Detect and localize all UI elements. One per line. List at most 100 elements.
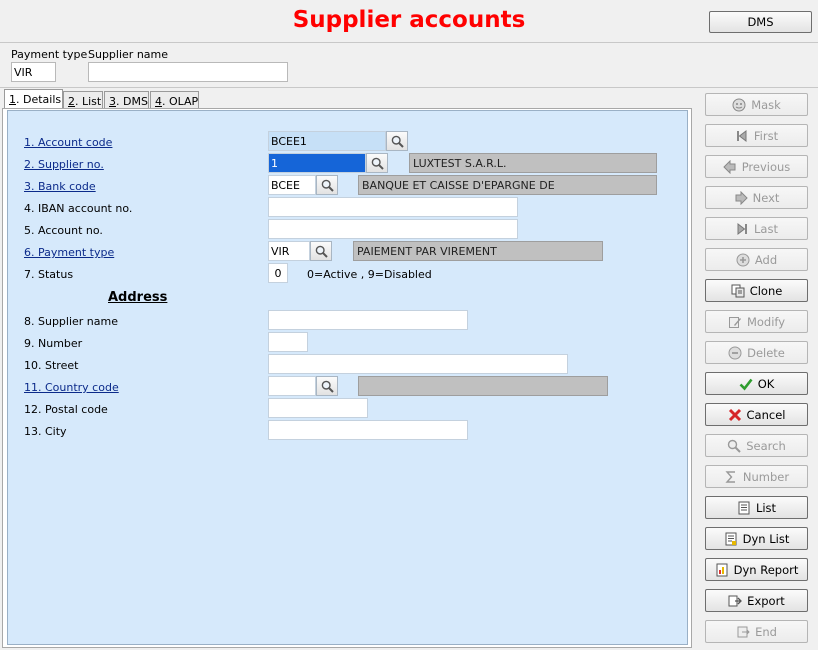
- status-label: 7. Status: [24, 268, 74, 281]
- city-input[interactable]: [268, 420, 468, 440]
- supplier-no-label[interactable]: 2. Supplier no.: [24, 158, 104, 171]
- supplier-no-input[interactable]: 1: [268, 153, 366, 173]
- search-icon: [727, 439, 741, 453]
- modify-button[interactable]: Modify: [705, 310, 808, 333]
- magnifier-icon: [315, 245, 328, 258]
- action-label: Clone: [749, 283, 783, 298]
- export-button[interactable]: Export: [705, 589, 808, 612]
- next-icon: [734, 190, 748, 205]
- action-label: Previous: [741, 159, 791, 174]
- street-label: 10. Street: [24, 359, 79, 372]
- dyn-list-icon: [724, 532, 738, 546]
- supplier-name-filter-label: Supplier name: [88, 48, 169, 61]
- action-label: Cancel: [746, 407, 786, 422]
- tab-key: 1: [9, 93, 16, 106]
- country-code-input[interactable]: [268, 376, 316, 396]
- account-code-label[interactable]: 1. Account code: [24, 136, 112, 149]
- bank-code-label[interactable]: 3. Bank code: [24, 180, 96, 193]
- clone-icon: [731, 284, 745, 298]
- magnifier-icon: [391, 135, 404, 148]
- supplier-name-filter-input[interactable]: [88, 62, 288, 82]
- status-input[interactable]: 0: [268, 263, 288, 283]
- mask-button[interactable]: Mask: [705, 93, 808, 116]
- clone-button[interactable]: Clone: [705, 279, 808, 302]
- payment-type-input[interactable]: VIR: [268, 241, 310, 261]
- status-hint: 0=Active , 9=Disabled: [307, 268, 432, 281]
- next-button[interactable]: Next: [705, 186, 808, 209]
- action-label: Modify: [746, 314, 786, 329]
- account-no-label: 5. Account no.: [24, 224, 103, 237]
- account-code-input[interactable]: BCEE1: [268, 131, 386, 151]
- add-button[interactable]: Add: [705, 248, 808, 271]
- supplier-no-lookup-button[interactable]: [366, 153, 388, 173]
- last-button[interactable]: Last: [705, 217, 808, 240]
- action-label: Number: [742, 469, 790, 484]
- number-button[interactable]: Number: [705, 465, 808, 488]
- search-button[interactable]: Search: [705, 434, 808, 457]
- first-icon: [735, 129, 749, 143]
- list-button[interactable]: List: [705, 496, 808, 519]
- check-icon: [739, 377, 753, 391]
- magnifier-icon: [371, 157, 384, 170]
- action-label: Dyn Report: [733, 562, 799, 577]
- postal-code-input[interactable]: [268, 398, 368, 418]
- action-label: End: [755, 624, 777, 639]
- country-description: [358, 376, 608, 396]
- action-label: Next: [752, 190, 780, 205]
- magnifier-icon: [321, 179, 334, 192]
- number-label: 9. Number: [24, 337, 83, 350]
- number-input[interactable]: [268, 332, 308, 352]
- tab-key: 3: [109, 95, 116, 108]
- postal-code-label: 12. Postal code: [24, 403, 108, 416]
- action-label: List: [755, 500, 777, 515]
- tab-label: . List: [75, 95, 102, 108]
- payment-type-lookup-button[interactable]: [310, 241, 332, 261]
- dyn-list-button[interactable]: Dyn List: [705, 527, 808, 550]
- supplier-name-label: 8. Supplier name: [24, 315, 119, 328]
- bank-code-lookup-button[interactable]: [316, 175, 338, 195]
- report-icon: [715, 563, 729, 577]
- iban-input[interactable]: [268, 197, 518, 217]
- last-icon: [735, 222, 749, 236]
- action-label: First: [753, 128, 779, 143]
- delete-button[interactable]: Delete: [705, 341, 808, 364]
- iban-label: 4. IBAN account no.: [24, 202, 133, 215]
- first-button[interactable]: First: [705, 124, 808, 147]
- supplier-description: LUXTEST S.A.R.L.: [409, 153, 657, 173]
- mask-icon: [732, 98, 746, 112]
- payment-type-description: PAIEMENT PAR VIREMENT: [353, 241, 603, 261]
- dms-button[interactable]: DMS: [709, 11, 812, 33]
- city-label: 13. City: [24, 425, 67, 438]
- cancel-button[interactable]: Cancel: [705, 403, 808, 426]
- action-label: Add: [754, 252, 778, 267]
- account-no-input[interactable]: [268, 219, 518, 239]
- list-icon: [737, 501, 751, 515]
- action-label: Dyn List: [742, 531, 790, 546]
- payment-type-label[interactable]: 6. Payment type: [24, 246, 114, 259]
- action-label: Search: [746, 438, 786, 453]
- previous-button[interactable]: Previous: [705, 155, 808, 178]
- ok-button[interactable]: OK: [705, 372, 808, 395]
- bank-description: BANQUE ET CAISSE D'EPARGNE DE: [358, 175, 657, 195]
- country-code-label[interactable]: 11. Country code: [24, 381, 119, 394]
- payment-type-filter-label: Payment type: [11, 48, 88, 61]
- action-label: Delete: [747, 345, 785, 360]
- action-label: Export: [747, 593, 785, 608]
- street-input[interactable]: [268, 354, 568, 374]
- modify-icon: [728, 315, 742, 329]
- delete-icon: [728, 346, 742, 360]
- supplier-name-input[interactable]: [268, 310, 468, 330]
- export-icon: [728, 594, 743, 608]
- tab-label: . Details: [16, 93, 62, 106]
- payment-type-filter-input[interactable]: VIR: [11, 62, 56, 82]
- bank-code-input[interactable]: BCEE: [268, 175, 316, 195]
- end-button[interactable]: End: [705, 620, 808, 643]
- magnifier-icon: [321, 380, 334, 393]
- country-code-lookup-button[interactable]: [316, 376, 338, 396]
- divider: [0, 87, 818, 88]
- account-code-lookup-button[interactable]: [386, 131, 408, 151]
- tab-key: 2: [68, 95, 75, 108]
- tab-label: . DMS: [116, 95, 148, 108]
- dyn-report-button[interactable]: Dyn Report: [705, 558, 808, 581]
- action-label: Last: [754, 221, 778, 236]
